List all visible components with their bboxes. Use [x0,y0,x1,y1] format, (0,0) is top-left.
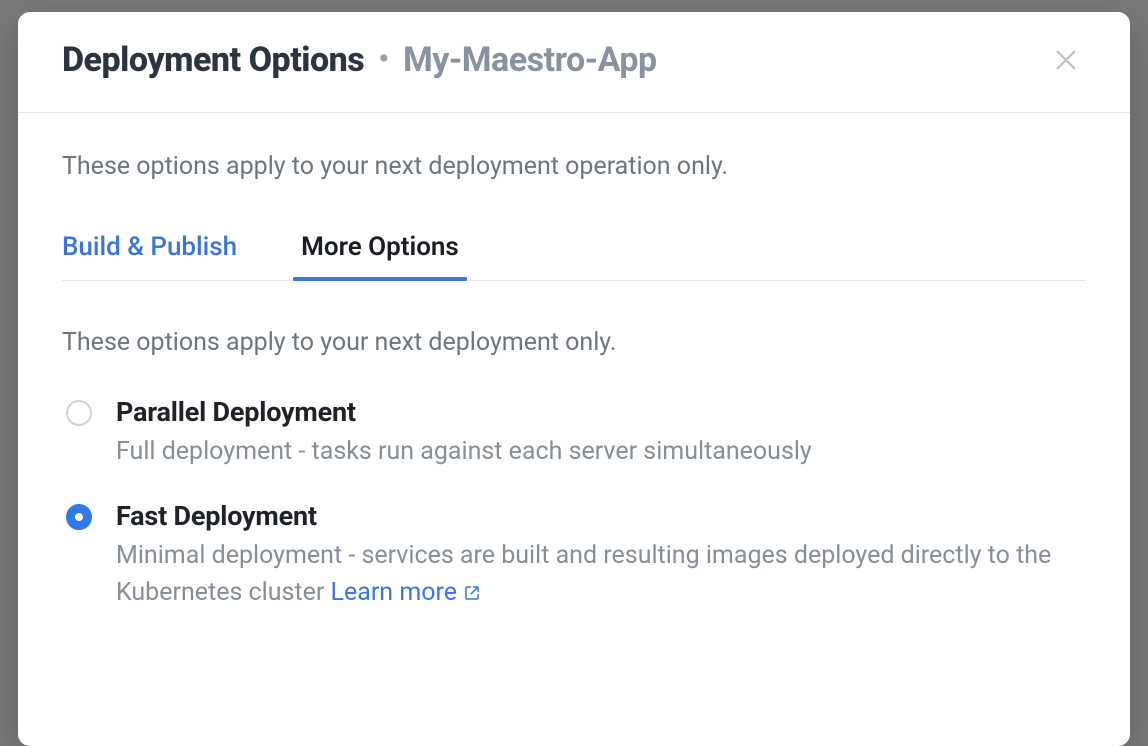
intro-text: These options apply to your next deploym… [62,149,1086,184]
option-parallel-deployment[interactable]: Parallel Deployment Full deployment - ta… [62,396,1086,470]
deployment-options-modal: Deployment Options • My-Maestro-App Thes… [18,12,1130,746]
option-content: Parallel Deployment Full deployment - ta… [116,396,1086,470]
tab-build-publish[interactable]: Build & Publish [62,232,237,280]
title-separator: • [378,45,389,75]
close-icon [1052,46,1080,74]
modal-app-name: My-Maestro-App [403,40,657,80]
modal-title-wrap: Deployment Options • My-Maestro-App [62,40,657,80]
modal-title: Deployment Options [62,40,364,80]
tab-more-options[interactable]: More Options [301,232,459,280]
external-link-icon [463,584,481,602]
modal-body: These options apply to your next deploym… [18,113,1130,746]
modal-header: Deployment Options • My-Maestro-App [18,12,1130,113]
option-title-parallel: Parallel Deployment [116,396,1086,428]
option-desc-fast-text: Minimal deployment - services are built … [116,541,1051,606]
section-intro: These options apply to your next deploym… [62,325,1086,360]
tabs: Build & Publish More Options [62,232,1086,281]
radio-fast[interactable] [66,504,92,530]
option-fast-deployment[interactable]: Fast Deployment Minimal deployment - ser… [62,500,1086,611]
option-desc-fast: Minimal deployment - services are built … [116,538,1086,611]
option-title-fast: Fast Deployment [116,500,1086,532]
close-button[interactable] [1046,40,1086,80]
learn-more-label: Learn more [331,575,457,611]
learn-more-link[interactable]: Learn more [331,575,481,611]
option-content: Fast Deployment Minimal deployment - ser… [116,500,1086,611]
radio-parallel[interactable] [66,400,92,426]
option-desc-parallel: Full deployment - tasks run against each… [116,434,1086,470]
